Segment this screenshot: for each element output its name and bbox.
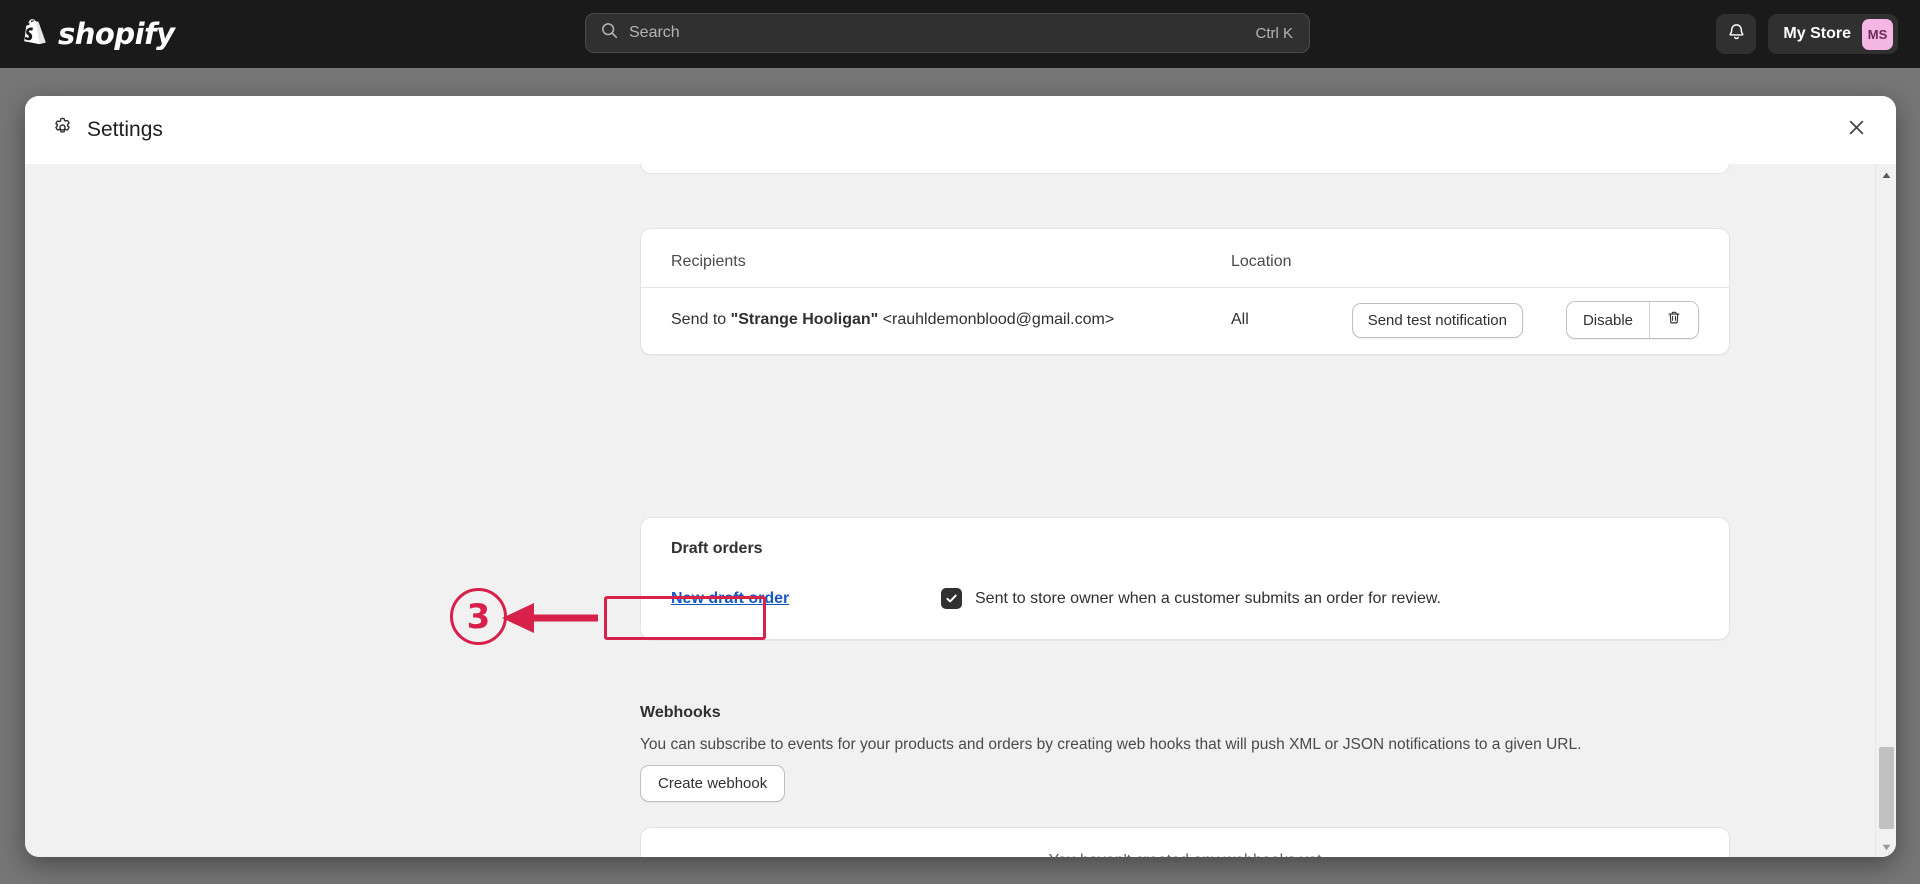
webhooks-title: Webhooks [640, 704, 721, 721]
disable-delete-button-group: Disable [1565, 301, 1699, 339]
search-placeholder-text: Search [629, 24, 680, 41]
store-name-label: My Store [1783, 25, 1851, 42]
scroll-up-arrow-icon [1882, 166, 1891, 184]
webhooks-section: Webhooks You can subscribe to events for… [640, 704, 1750, 756]
recipient-prefix: Send to [671, 311, 731, 328]
webhooks-description: You can subscribe to events for your pro… [640, 736, 1582, 753]
recipient-email: <rauhldemonblood@gmail.com> [878, 311, 1115, 328]
search-shortcut-hint: Ctrl K [1255, 24, 1294, 42]
vertical-scrollbar[interactable] [1875, 164, 1896, 857]
draft-orders-title: Draft orders [671, 540, 763, 557]
settings-title-group: Settings [52, 117, 163, 143]
recipient-location: All [1231, 311, 1249, 328]
scroll-up-button[interactable] [1876, 164, 1896, 185]
draft-orders-row: New draft order Sent to store owner when… [671, 588, 1699, 609]
disable-button[interactable]: Disable [1566, 302, 1649, 338]
shopify-wordmark: shopify [58, 16, 175, 51]
send-test-notification-button[interactable]: Send test notification [1351, 302, 1523, 338]
draft-order-notification-checkbox[interactable] [941, 588, 962, 609]
recipients-table-header: Recipients Location [641, 229, 1729, 287]
recipient-actions: Send test notification Disable [1351, 301, 1699, 339]
create-webhook-wrap: Create webhook [640, 765, 786, 802]
recipient-address: Send to "Strange Hooligan" <rauhldemonbl… [671, 311, 1231, 329]
column-header-recipients: Recipients [671, 253, 746, 270]
draft-orders-card: Draft orders New draft order Sent to sto… [640, 517, 1730, 640]
previous-card-partial [640, 164, 1730, 174]
webhooks-empty-card: You haven't created any webhooks yet [640, 827, 1730, 857]
new-draft-order-link[interactable]: New draft order [671, 590, 941, 608]
global-search[interactable]: Search Ctrl K [585, 13, 1310, 53]
close-icon [1848, 119, 1865, 141]
settings-content: Recipients Location Send to "Strange Hoo… [25, 164, 1875, 857]
top-bar-right: My Store MS [1716, 14, 1898, 54]
scrollbar-thumb[interactable] [1879, 747, 1894, 829]
scroll-down-button[interactable] [1876, 836, 1896, 857]
shopify-logo[interactable]: shopify [18, 0, 175, 68]
table-row: Send to "Strange Hooligan" <rauhldemonbl… [641, 287, 1729, 354]
draft-order-notification-row: Sent to store owner when a customer subm… [941, 588, 1441, 609]
store-menu-button[interactable]: My Store MS [1768, 14, 1898, 54]
scroll-down-arrow-icon [1882, 838, 1891, 856]
create-webhook-button[interactable]: Create webhook [640, 765, 786, 802]
settings-modal-body: Recipients Location Send to "Strange Hoo… [25, 164, 1896, 857]
recipient-name: "Strange Hooligan" [730, 311, 879, 328]
draft-order-notification-label: Sent to store owner when a customer subm… [975, 589, 1441, 607]
top-bar: shopify Search Ctrl K My Store MS [0, 0, 1920, 68]
avatar: MS [1862, 18, 1893, 50]
recipients-card: Recipients Location Send to "Strange Hoo… [640, 228, 1730, 355]
gear-icon [52, 117, 73, 143]
webhooks-empty-message: You haven't created any webhooks yet [1049, 852, 1322, 858]
search-input[interactable]: Search Ctrl K [585, 13, 1310, 53]
notifications-button[interactable] [1716, 14, 1757, 54]
page-title: Settings [87, 118, 163, 141]
settings-modal: Settings Recipients Location Send to "St… [25, 96, 1896, 857]
column-header-location: Location [1231, 253, 1292, 270]
close-button[interactable] [1838, 112, 1874, 148]
settings-modal-header: Settings [25, 96, 1896, 164]
trash-icon [1666, 310, 1682, 330]
delete-recipient-button[interactable] [1649, 302, 1698, 338]
bell-icon [1727, 22, 1746, 46]
shopify-bag-icon [18, 18, 48, 50]
search-icon [600, 21, 619, 45]
